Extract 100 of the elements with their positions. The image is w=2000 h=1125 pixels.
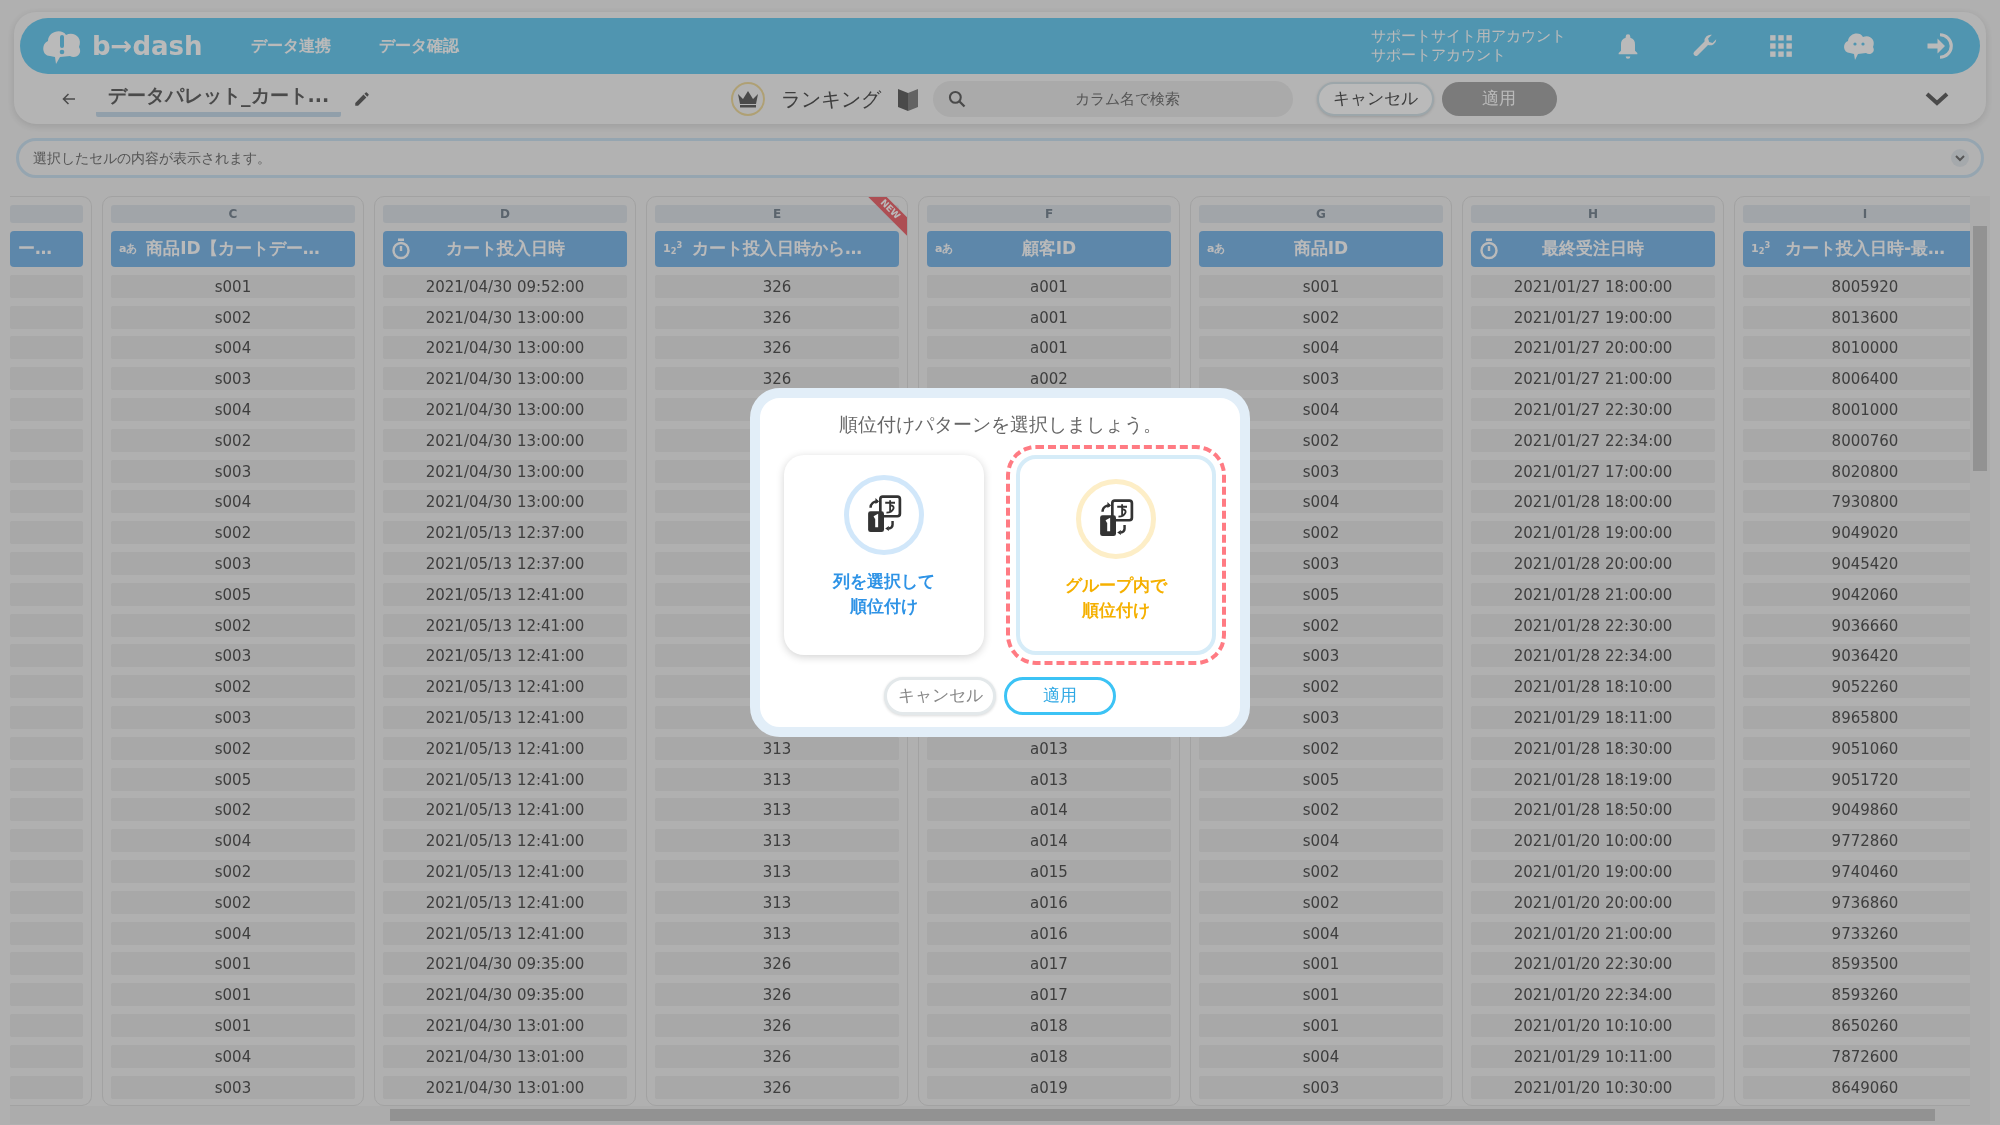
- ranking-option-card[interactable]: 列を選択して 順位付け: [784, 454, 984, 655]
- table-cell: a018: [927, 1013, 1171, 1037]
- column-header[interactable]: 1$_{2}$$^{3}$ カート投入日時-最…: [1743, 231, 1970, 267]
- table-cell: 2021/01/28 22:30:00: [1471, 613, 1715, 637]
- column-header[interactable]: aあ 商品ID【カートデー…: [111, 231, 355, 267]
- table-cell: s002: [1199, 736, 1443, 760]
- table-cell: 8000760: [1743, 428, 1970, 452]
- table-cell: 2021/01/28 20:00:00: [1471, 551, 1715, 575]
- chevron-down-icon[interactable]: [1950, 148, 1970, 168]
- cell-content-field[interactable]: 選択したセルの内容が表示されます。: [16, 138, 1984, 178]
- table-cell: 9036420: [1743, 644, 1970, 668]
- table-cell: 2021/04/30 09:52:00: [383, 274, 627, 298]
- apps-grid-icon[interactable]: [1768, 33, 1794, 59]
- palette-title: データパレット_カート...: [96, 81, 342, 117]
- scrollbar-thumb[interactable]: [390, 1109, 1935, 1121]
- table-cell: s005: [111, 582, 355, 606]
- table-cell: 2021/05/13 12:41:00: [383, 613, 627, 637]
- toolbar-button[interactable]: キャンセル: [1316, 82, 1434, 116]
- table-cell: s004: [111, 398, 355, 421]
- dialog-title: 順位付けパターンを選択しましょう。: [837, 412, 1163, 438]
- table-cell: 326: [655, 983, 899, 1007]
- table-cell: s002: [111, 798, 355, 822]
- table-cell: 2021/04/30 13:01:00: [383, 1013, 627, 1037]
- table-cell: 2021/04/30 13:01:00: [383, 1075, 627, 1099]
- table-cell: s003: [111, 705, 355, 729]
- column-letter: I: [1743, 205, 1970, 223]
- column-title: 商品ID: [1292, 237, 1350, 261]
- column-title: ー…: [18, 237, 52, 261]
- table-cell: a001: [927, 305, 1171, 329]
- column-title: カート投入日時-最…: [1784, 237, 1946, 261]
- table-cell: 2021/04/30 13:00:00: [383, 305, 627, 329]
- table-cell: s003: [1199, 1075, 1443, 1099]
- table-cell: 326: [655, 952, 899, 976]
- table-cell: 2021/01/29 18:11:00: [1471, 705, 1715, 729]
- table-cell: s002: [111, 890, 355, 914]
- column-header[interactable]: 1$_{2}$$^{3}$ カート投入日時から…: [655, 231, 899, 267]
- table-cell: a016: [927, 890, 1171, 914]
- cloud-mascot-icon[interactable]: [1842, 31, 1876, 61]
- table-cell: s004: [111, 921, 355, 945]
- search-field[interactable]: カラム名で検索: [932, 81, 1293, 117]
- vertical-scrollbar[interactable]: [1970, 196, 1990, 1106]
- table-cell: 2021/05/13 12:41:00: [383, 582, 627, 606]
- table-cell: 2021/01/20 19:00:00: [1471, 859, 1715, 883]
- pencil-icon[interactable]: [353, 90, 372, 108]
- chevron-down-icon[interactable]: [1924, 90, 1950, 108]
- table-cell: 7930800: [1743, 490, 1970, 514]
- column-header[interactable]: aあ 顧客ID: [927, 231, 1171, 267]
- table-cell: 2021/05/13 12:41:00: [383, 736, 627, 760]
- column-letter: D: [383, 205, 627, 223]
- table-cell: 2021/04/30 13:00:00: [383, 459, 627, 483]
- horizontal-scrollbar[interactable]: [10, 1106, 1990, 1124]
- table-cell: 2021/01/27 21:00:00: [1471, 367, 1715, 391]
- table-cell: 2021/01/27 17:00:00: [1471, 459, 1715, 483]
- ranking-pattern-icon: [1076, 478, 1156, 559]
- table-cell: 2021/01/27 20:00:00: [1471, 336, 1715, 360]
- table-cell: 2021/01/28 18:00:00: [1471, 490, 1715, 514]
- table-cell: a019: [927, 1075, 1171, 1099]
- column-title: 最終受注日時: [1541, 237, 1645, 261]
- table-cell: s002: [1199, 890, 1443, 914]
- table-cell: 2021/04/30 13:01:00: [383, 1044, 627, 1068]
- table-cell: 313: [655, 798, 899, 822]
- table-cell: 2021/05/13 12:41:00: [383, 705, 627, 729]
- nav-link[interactable]: データ確認: [378, 34, 459, 58]
- table-cell: 2021/01/27 22:34:00: [1471, 428, 1715, 452]
- nav-link[interactable]: データ連携: [250, 34, 331, 58]
- table-cell: 2021/01/28 18:19:00: [1471, 767, 1715, 791]
- table-cell: 9045420: [1743, 551, 1970, 575]
- column-header[interactable]: 最終受注日時: [1471, 231, 1715, 267]
- table-cell: 9036660: [1743, 613, 1970, 637]
- table-cell: 9052260: [1743, 675, 1970, 699]
- table-cell: 2021/04/30 13:00:00: [383, 367, 627, 391]
- table-cell: s001: [111, 1013, 355, 1037]
- beginner-mark-icon[interactable]: [896, 86, 919, 112]
- table-cell: 8650260: [1743, 1013, 1970, 1037]
- table-cell: 2021/01/28 18:50:00: [1471, 798, 1715, 822]
- table-cell: 9049860: [1743, 798, 1970, 822]
- table-cell: 2021/04/30 13:00:00: [383, 336, 627, 360]
- table-cell: 2021/04/30 13:00:00: [383, 398, 627, 421]
- column-title: 顧客ID: [1020, 237, 1078, 261]
- scrollbar-thumb[interactable]: [1973, 226, 1987, 471]
- table-cell: 2021/04/30 09:35:00: [383, 983, 627, 1007]
- table-cell: 8001000: [1743, 398, 1970, 421]
- table-cell: 8649060: [1743, 1075, 1970, 1099]
- table-cell: s004: [111, 336, 355, 360]
- column-header[interactable]: aあ 商品ID: [1199, 231, 1443, 267]
- column-header[interactable]: カート投入日時: [383, 231, 627, 267]
- dialog-button[interactable]: キャンセル: [884, 676, 996, 715]
- table-cell: 2021/01/28 19:00:00: [1471, 521, 1715, 545]
- table-cell: 2021/05/13 12:41:00: [383, 829, 627, 853]
- search-icon: [946, 89, 967, 109]
- dialog-button[interactable]: 適用: [1004, 676, 1116, 715]
- table-cell: 2021/01/28 18:10:00: [1471, 675, 1715, 699]
- option-label: 順位付け: [849, 595, 919, 619]
- table-cell: 8593260: [1743, 983, 1970, 1007]
- column-title: 商品ID【カートデー…: [146, 237, 320, 261]
- table-cell: s002: [111, 675, 355, 699]
- table-cell: 313: [655, 890, 899, 914]
- type-label: aあ: [119, 240, 138, 257]
- table-cell: s003: [111, 367, 355, 391]
- column-header[interactable]: ー…: [10, 231, 83, 267]
